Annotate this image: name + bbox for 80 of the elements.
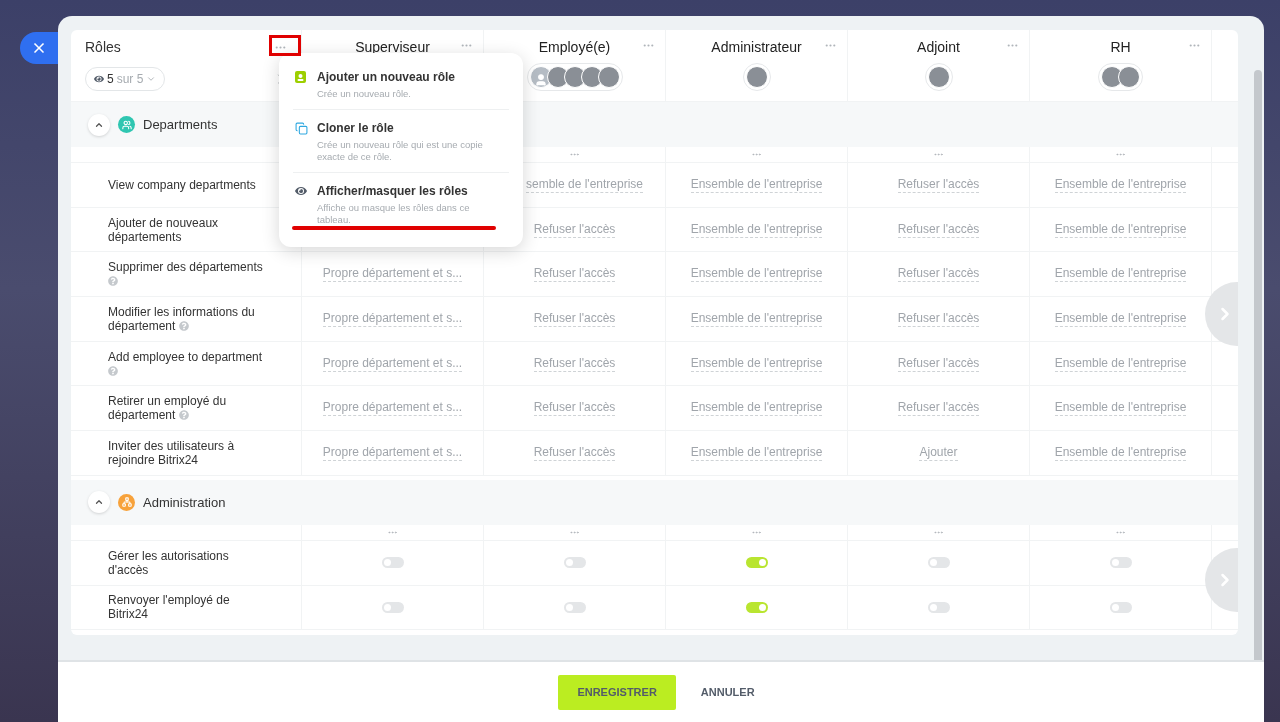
access-level-link[interactable]: Propre département et s... bbox=[322, 355, 463, 372]
access-level-link[interactable]: Ajouter bbox=[919, 444, 958, 461]
access-level-link[interactable]: Refuser l'accès bbox=[533, 221, 616, 238]
role-name: Employé(e) bbox=[538, 39, 611, 55]
access-level-link[interactable]: Ensemble de l'entreprise bbox=[690, 221, 823, 238]
menu-item[interactable]: Cloner le rôle Crée un nouveau rôle qui est une copie exacte de ce rôle. bbox=[293, 109, 509, 172]
access-level-link[interactable]: Ensemble de l'entreprise bbox=[1054, 444, 1187, 461]
access-level-link[interactable]: Refuser l'accès bbox=[533, 310, 616, 327]
permission-toggle[interactable] bbox=[745, 601, 768, 613]
access-level-link[interactable]: Ensemble de l'entreprise bbox=[690, 355, 823, 372]
permission-label: View company departments bbox=[108, 177, 257, 192]
menu-item[interactable]: Ajouter un nouveau rôle Crée un nouveau rôle. bbox=[293, 59, 509, 109]
section-title: Departments bbox=[143, 117, 218, 132]
access-level-link[interactable]: Refuser l'accès bbox=[533, 444, 616, 461]
permission-toggle[interactable] bbox=[563, 557, 586, 569]
access-level-link[interactable]: Refuser l'accès bbox=[897, 266, 980, 283]
access-level-link[interactable]: Ensemble de l'entreprise bbox=[690, 444, 823, 461]
permission-toggle[interactable] bbox=[381, 601, 404, 613]
chevron-down-icon bbox=[146, 74, 157, 84]
permission-toggle[interactable] bbox=[745, 557, 768, 569]
access-level-link[interactable]: Refuser l'accès bbox=[897, 310, 980, 327]
expand-toggle[interactable] bbox=[88, 113, 110, 136]
save-button[interactable]: ENREGISTRER bbox=[558, 674, 676, 710]
access-level-link[interactable]: Propre département et s... bbox=[322, 266, 463, 283]
permission-label: Add employee to department bbox=[108, 349, 268, 378]
close-icon[interactable] bbox=[31, 40, 47, 56]
eye-icon bbox=[94, 74, 104, 84]
permission-toggle[interactable] bbox=[563, 601, 586, 613]
permission-toggle[interactable] bbox=[927, 601, 950, 613]
access-level-link[interactable]: Ensemble de l'entreprise bbox=[690, 176, 823, 193]
section-title: Administration bbox=[143, 494, 226, 510]
access-level-link[interactable]: Refuser l'accès bbox=[897, 355, 980, 372]
permission-label: Modifier les informations du département bbox=[108, 304, 256, 333]
permission-label: Gérer les autorisations d'accès bbox=[108, 548, 230, 577]
access-level-link[interactable]: Refuser l'accès bbox=[897, 221, 980, 238]
avatar-placeholder bbox=[1118, 66, 1140, 88]
permission-toggle[interactable] bbox=[381, 557, 404, 569]
access-level-link[interactable]: Propre département et s... bbox=[322, 400, 463, 417]
contact-card-icon bbox=[295, 71, 306, 83]
access-level-link[interactable]: Refuser l'accès bbox=[533, 355, 616, 372]
permission-label: Ajouter de nouveaux départements bbox=[108, 215, 220, 244]
access-level-link[interactable]: Ensemble de l'entreprise bbox=[1054, 355, 1187, 372]
help-icon[interactable] bbox=[178, 320, 189, 331]
access-level-link[interactable]: Ensemble de l'entreprise bbox=[690, 400, 823, 417]
access-level-link[interactable]: Ensemble de l'entreprise bbox=[1054, 266, 1187, 283]
role-name: Adjoint bbox=[917, 39, 960, 55]
permission-label: Retirer un employé du département bbox=[108, 394, 228, 423]
role-name: RH bbox=[1110, 39, 1131, 55]
role-name: Administrateur bbox=[711, 39, 802, 55]
highlight-frame bbox=[269, 35, 301, 56]
eye-icon bbox=[295, 185, 307, 197]
access-level-link[interactable]: Ensemble de l'entreprise bbox=[1054, 221, 1187, 238]
access-level-link[interactable]: Ensemble de l'entreprise bbox=[690, 266, 823, 283]
access-level-link[interactable]: Refuser l'accès bbox=[533, 266, 616, 283]
access-level-link[interactable]: Ensemble de l'entreprise bbox=[1054, 310, 1187, 327]
permission-toggle[interactable] bbox=[927, 557, 950, 569]
access-level-link[interactable]: Ensemble de l'entreprise bbox=[1054, 176, 1187, 193]
access-level-link[interactable]: semble de l'entreprise bbox=[526, 176, 644, 193]
cancel-button[interactable]: ANNULER bbox=[681, 674, 774, 710]
permission-label: Renvoyer l'employé de Bitrix24 bbox=[108, 593, 231, 622]
access-level-link[interactable]: Propre département et s... bbox=[322, 310, 463, 327]
access-level-link[interactable]: Refuser l'accès bbox=[533, 400, 616, 417]
access-level-link[interactable]: Ensemble de l'entreprise bbox=[1054, 400, 1187, 417]
help-icon[interactable] bbox=[178, 410, 189, 421]
close-button[interactable] bbox=[20, 32, 58, 64]
permission-label: Supprimer des départements bbox=[108, 260, 268, 289]
copy-icon bbox=[295, 121, 308, 135]
access-level-link[interactable]: Refuser l'accès bbox=[897, 176, 980, 193]
access-level-link[interactable]: Refuser l'accès bbox=[897, 400, 980, 417]
expand-toggle[interactable] bbox=[88, 491, 110, 514]
help-icon[interactable] bbox=[108, 365, 118, 376]
access-level-link[interactable]: Ensemble de l'entreprise bbox=[690, 310, 823, 327]
permission-toggle[interactable] bbox=[1109, 557, 1132, 569]
avatar-placeholder bbox=[597, 66, 620, 88]
permission-label: Inviter des utilisateurs à rejoindre Bitrix24 bbox=[108, 438, 236, 467]
role-name: Superviseur bbox=[355, 39, 430, 55]
help-icon[interactable] bbox=[108, 276, 118, 287]
roles-title: Rôles bbox=[85, 39, 121, 55]
permission-toggle[interactable] bbox=[1109, 601, 1132, 613]
access-level-link[interactable]: Propre département et s... bbox=[322, 444, 463, 461]
